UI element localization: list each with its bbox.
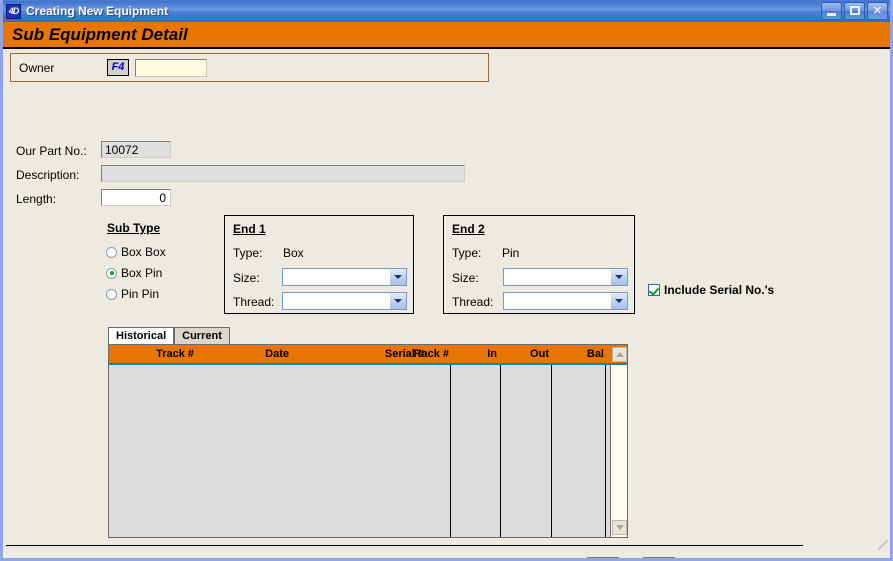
- column-header-date: Date: [265, 348, 289, 360]
- page-title: Sub Equipment Detail: [12, 24, 188, 44]
- save-button[interactable]: Save: [583, 557, 623, 558]
- end1-thread-select[interactable]: [282, 292, 407, 310]
- application-window: 4D Creating New Equipment ✕ Sub Equipmen…: [0, 0, 893, 561]
- description-input: [101, 165, 465, 182]
- part-no-input: 10072: [101, 141, 171, 158]
- column-divider: [450, 365, 451, 537]
- tab-historical[interactable]: Historical: [108, 327, 175, 344]
- grid-header-row: Track # Date Serial # Rack # In Out Bal: [109, 345, 627, 365]
- radio-icon: [106, 246, 117, 258]
- column-divider: [551, 365, 552, 537]
- end2-group: End 2 Type: Pin Size: Thread:: [443, 215, 635, 314]
- escape-button[interactable]: Escape: [639, 557, 679, 558]
- column-header-in: In: [487, 348, 497, 360]
- maximize-button[interactable]: [844, 2, 865, 20]
- end2-heading: End 2: [452, 222, 485, 236]
- radio-label: Pin Pin: [121, 287, 160, 301]
- close-button[interactable]: ✕: [867, 2, 888, 20]
- end1-size-select[interactable]: [282, 268, 407, 286]
- owner-input[interactable]: [135, 58, 207, 77]
- window-controls: ✕: [821, 2, 888, 20]
- end2-thread-label: Thread:: [452, 295, 494, 309]
- radio-box-box[interactable]: Box Box: [106, 245, 166, 259]
- footer-divider: [6, 545, 803, 546]
- chevron-down-icon: [610, 269, 627, 285]
- sub-type-heading: Sub Type: [107, 221, 161, 235]
- column-header-rack: Rack #: [413, 348, 449, 360]
- scroll-down-icon[interactable]: [612, 520, 627, 535]
- end1-group: End 1 Type: Box Size: Thread:: [224, 215, 414, 314]
- chevron-down-icon: [610, 293, 627, 309]
- column-header-bal: Bal: [586, 348, 604, 360]
- window-title: Creating New Equipment: [26, 4, 169, 18]
- column-divider: [500, 365, 501, 537]
- column-header-out: Out: [530, 348, 549, 360]
- title-bar: 4D Creating New Equipment ✕: [3, 0, 890, 22]
- end1-size-label: Size:: [233, 271, 260, 285]
- end2-size-label: Size:: [452, 271, 479, 285]
- column-header-track: Track #: [156, 348, 194, 360]
- radio-selected-icon: [106, 267, 117, 279]
- footer-buttons: Save Escape: [583, 557, 679, 558]
- tab-current[interactable]: Current: [174, 327, 230, 344]
- page-banner: Sub Equipment Detail: [3, 22, 890, 49]
- green-check-icon: [587, 557, 619, 558]
- column-divider: [605, 365, 606, 537]
- owner-lookup-button[interactable]: F4: [107, 59, 129, 76]
- checkbox-checked-icon: [648, 284, 660, 296]
- chevron-down-icon: [389, 293, 406, 309]
- form-content: Owner F4 Our Part No.: 10072 Description…: [3, 49, 890, 558]
- radio-label: Box Box: [121, 245, 166, 259]
- 4d-logo-icon: 4D: [6, 3, 21, 19]
- owner-label: Owner: [19, 60, 55, 75]
- part-no-label: Our Part No.:: [16, 144, 87, 158]
- description-label: Description:: [16, 168, 80, 182]
- length-input[interactable]: 0: [101, 189, 171, 206]
- radio-icon: [106, 288, 117, 300]
- grid-tabs: Historical Current: [108, 327, 230, 344]
- minimize-button[interactable]: [821, 2, 842, 20]
- grid-vertical-scrollbar[interactable]: [610, 347, 627, 537]
- radio-box-pin[interactable]: Box Pin: [106, 266, 162, 280]
- chevron-down-icon: [389, 269, 406, 285]
- include-serial-checkbox[interactable]: Include Serial No.'s: [648, 283, 774, 297]
- end2-type-label: Type:: [452, 246, 482, 260]
- length-label: Length:: [16, 192, 57, 206]
- close-icon: ✕: [872, 5, 883, 17]
- end1-heading: End 1: [233, 222, 266, 236]
- radio-label: Box Pin: [121, 266, 163, 280]
- resize-grip[interactable]: [878, 540, 888, 550]
- end1-thread-label: Thread:: [233, 295, 275, 309]
- owner-panel: Owner F4: [10, 53, 489, 82]
- grid-body[interactable]: [109, 365, 610, 537]
- end1-type-label: Type:: [233, 246, 263, 260]
- include-serial-label: Include Serial No.'s: [664, 283, 775, 297]
- maximize-icon: [850, 6, 860, 15]
- end2-thread-select[interactable]: [503, 292, 628, 310]
- end2-size-select[interactable]: [503, 268, 628, 286]
- end2-type-value: Pin: [502, 246, 520, 260]
- blue-back-arrow-icon: [643, 557, 675, 558]
- scroll-up-icon[interactable]: [612, 347, 627, 362]
- radio-pin-pin[interactable]: Pin Pin: [106, 287, 159, 301]
- history-grid: Track # Date Serial # Rack # In Out Bal: [108, 344, 628, 538]
- end1-type-value: Box: [283, 246, 304, 260]
- minimize-icon: [827, 13, 836, 16]
